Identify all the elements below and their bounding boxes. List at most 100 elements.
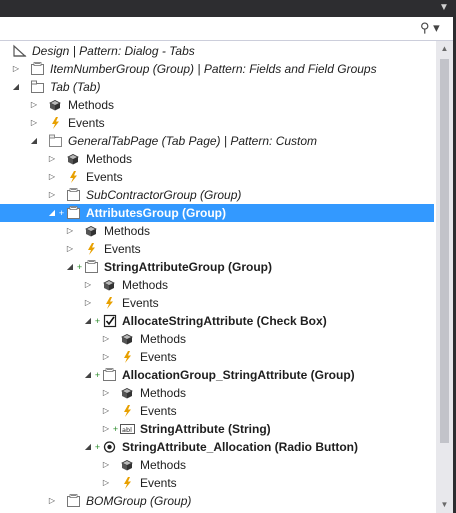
events-icon <box>120 350 136 364</box>
events-icon <box>102 296 118 310</box>
tree-node-label: AttributesGroup (Group) <box>86 206 226 220</box>
added-marker-icon: + <box>112 424 119 434</box>
added-marker-icon: + <box>76 262 83 272</box>
expand-arrow-icon[interactable]: ▷ <box>83 276 93 294</box>
expand-arrow-icon[interactable]: ▷ <box>101 384 111 402</box>
tree-node[interactable]: ▷ SubContractorGroup (Group) <box>0 186 434 204</box>
collapse-arrow-icon[interactable]: ◢ <box>11 78 21 96</box>
tree-node-label: StringAttributeGroup (Group) <box>104 260 272 274</box>
scrollbar-thumb[interactable] <box>440 59 449 443</box>
added-marker-icon: + <box>58 208 65 218</box>
expand-arrow-icon[interactable]: ▷ <box>101 474 111 492</box>
collapse-arrow-icon[interactable]: ◢ <box>47 204 57 222</box>
tree-node[interactable]: ▷ Events <box>0 348 434 366</box>
expand-arrow-icon[interactable]: ▷ <box>83 294 93 312</box>
tree-node-label: Methods <box>140 332 187 346</box>
tree-node-label: SubContractorGroup (Group) <box>86 188 242 202</box>
added-marker-icon: + <box>94 442 101 452</box>
tree-node[interactable]: ◢ + AllocateStringAttribute (Check Box) <box>0 312 434 330</box>
tree-node[interactable]: Design | Pattern: Dialog - Tabs <box>0 42 434 60</box>
group-icon <box>66 188 82 202</box>
tree-node-label: Events <box>104 242 141 256</box>
tree-node-label: Methods <box>140 386 187 400</box>
tree-node[interactable]: ▷ Events <box>0 168 434 186</box>
tree-node[interactable]: ▷ Methods <box>0 330 434 348</box>
added-marker-icon: + <box>94 316 101 326</box>
expand-arrow-icon[interactable]: ▷ <box>47 168 57 186</box>
string-field-icon: abl <box>120 422 136 436</box>
expand-arrow-icon[interactable]: ▷ <box>47 492 57 510</box>
tree-node[interactable]: ▷ Events <box>0 474 434 492</box>
expand-arrow-icon[interactable]: ▷ <box>101 402 111 420</box>
expand-arrow-icon[interactable]: ▷ <box>101 456 111 474</box>
tree-node[interactable]: ◢ GeneralTabPage (Tab Page) | Pattern: Cu… <box>0 132 434 150</box>
tree-node[interactable]: ▷ Events <box>0 114 434 132</box>
radio-button-icon <box>102 440 118 454</box>
methods-icon <box>48 98 64 112</box>
tree-node-label: Events <box>86 170 123 184</box>
tree-node-label: StringAttribute_Allocation (Radio Button… <box>122 440 358 454</box>
dropdown-arrow-icon[interactable]: ▼ <box>436 1 452 15</box>
tab-page-icon <box>48 134 64 148</box>
designer-tree: Design | Pattern: Dialog - Tabs ▷ ItemNumb… <box>0 41 434 513</box>
tree-node[interactable]: ▷ ItemNumberGroup (Group) | Pattern: Fiel… <box>0 60 434 78</box>
vertical-scrollbar[interactable]: ▲ ▼ <box>436 41 453 513</box>
methods-icon <box>120 458 136 472</box>
collapse-arrow-icon[interactable]: ◢ <box>83 438 93 456</box>
collapse-arrow-icon[interactable]: ◢ <box>29 132 39 150</box>
tree-node-label: StringAttribute (String) <box>140 422 271 436</box>
collapse-arrow-icon[interactable]: ◢ <box>83 312 93 330</box>
group-icon <box>84 260 100 274</box>
tree-node[interactable]: ◢ + StringAttribute_Allocation (Radio Butt… <box>0 438 434 456</box>
tree-node[interactable]: ◢ Tab (Tab) <box>0 78 434 96</box>
search-icon[interactable]: ⚲ ▾ <box>420 19 452 37</box>
expand-arrow-icon[interactable]: ▷ <box>65 240 75 258</box>
expand-arrow-icon[interactable]: ▷ <box>29 114 39 132</box>
tree-node-label: Events <box>68 116 105 130</box>
tree-node-label: Design | Pattern: Dialog - Tabs <box>32 44 195 58</box>
tree-node[interactable]: ▷ Methods <box>0 96 434 114</box>
tree-node[interactable]: ▷ Methods <box>0 222 434 240</box>
collapse-arrow-icon[interactable]: ◢ <box>83 366 93 384</box>
checkbox-icon <box>102 314 118 328</box>
tab-icon <box>30 80 46 94</box>
tree-node-label: Tab (Tab) <box>50 80 101 94</box>
tree-node-label: GeneralTabPage (Tab Page) | Pattern: Cus… <box>68 134 318 148</box>
tree-node[interactable]: ▷ Events <box>0 240 434 258</box>
events-icon <box>120 404 136 418</box>
tree-node[interactable]: ▷ Methods <box>0 150 434 168</box>
tree-node[interactable]: ▷ Methods <box>0 456 434 474</box>
tree-node[interactable]: ◢ + StringAttributeGroup (Group) <box>0 258 434 276</box>
svg-text:abl: abl <box>122 426 132 434</box>
expand-arrow-icon[interactable]: ▷ <box>47 150 57 168</box>
tree-node[interactable]: ◢ + AttributesGroup (Group) <box>0 204 434 222</box>
collapse-arrow-icon[interactable]: ◢ <box>65 258 75 276</box>
tree-node-label: Events <box>140 476 177 490</box>
tree-node[interactable]: ▷ BOMGroup (Group) <box>0 492 434 510</box>
group-icon <box>30 62 46 76</box>
tree-node-label: Methods <box>86 152 133 166</box>
expand-arrow-icon[interactable]: ▷ <box>29 96 39 114</box>
toolbar: ▼ <box>0 0 456 17</box>
expand-arrow-icon[interactable]: ▷ <box>47 186 57 204</box>
expand-arrow-icon[interactable]: ▷ <box>65 222 75 240</box>
search-input[interactable] <box>2 19 418 38</box>
tree-node-label: ItemNumberGroup (Group) | Pattern: Field… <box>50 62 377 76</box>
tree-node[interactable]: ▷ Events <box>0 294 434 312</box>
tree-node[interactable]: ▷ Methods <box>0 276 434 294</box>
expand-arrow-icon[interactable]: ▷ <box>101 330 111 348</box>
tree-node[interactable]: ▷ + abl StringAttribute (String) <box>0 420 434 438</box>
expand-arrow-icon[interactable]: ▷ <box>11 60 21 78</box>
tree-node[interactable]: ▷ Methods <box>0 384 434 402</box>
design-icon <box>12 44 28 58</box>
tree-node-label: Methods <box>140 458 187 472</box>
scroll-up-icon[interactable]: ▲ <box>436 41 453 57</box>
tree-node[interactable]: ▷ Events <box>0 402 434 420</box>
expand-arrow-icon[interactable]: ▷ <box>101 348 111 366</box>
expand-arrow-icon[interactable]: ▷ <box>101 420 111 438</box>
group-icon <box>102 368 118 382</box>
methods-icon <box>84 224 100 238</box>
events-icon <box>48 116 64 130</box>
tree-node[interactable]: ◢ + AllocationGroup_StringAttribute (Group… <box>0 366 434 384</box>
scroll-down-icon[interactable]: ▼ <box>436 497 453 513</box>
